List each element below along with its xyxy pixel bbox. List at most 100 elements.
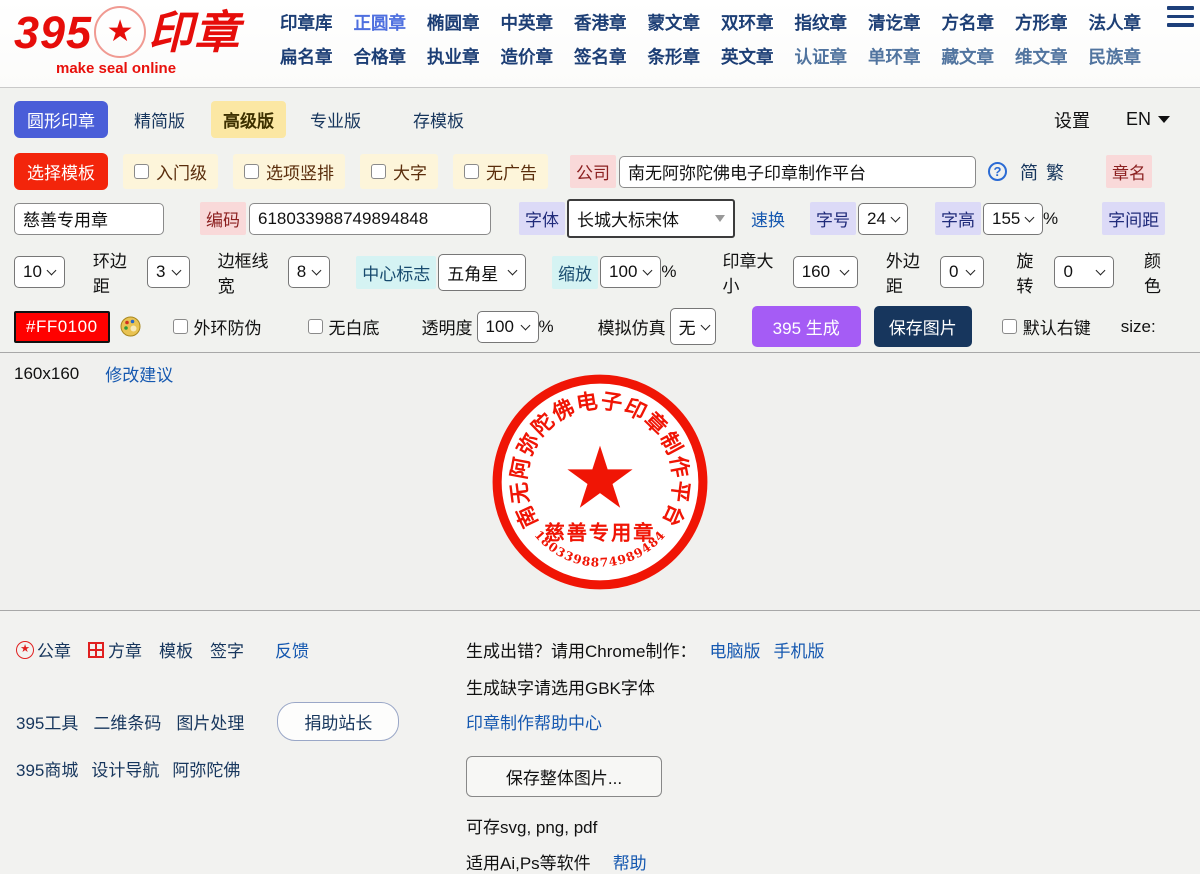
language-value: EN	[1126, 109, 1151, 130]
help-center-link[interactable]: 印章制作帮助中心	[466, 709, 602, 734]
hamburger-menu-icon[interactable]	[1167, 6, 1194, 32]
color-swatch-button[interactable]: #FF0100	[14, 311, 110, 343]
footer-link-tools[interactable]: 395工具	[16, 709, 78, 734]
vertical-checkbox[interactable]	[244, 164, 259, 179]
tab-advanced-version[interactable]: 高级版	[211, 101, 286, 138]
font-size-select[interactable]: 24	[858, 203, 908, 235]
footer-link-qrcode[interactable]: 二维条码	[93, 709, 161, 734]
nav-item[interactable]: 英文章	[721, 44, 774, 69]
logo[interactable]: 395 ★ 印章 make seal online	[14, 6, 256, 77]
chevron-down-icon	[312, 266, 322, 276]
pc-version-link[interactable]: 电脑版	[709, 637, 760, 662]
nav-item[interactable]: 指纹章	[795, 10, 848, 35]
settings-button[interactable]: 设置	[1054, 107, 1090, 133]
footer-link-square-seal[interactable]: 方章	[88, 637, 142, 662]
simulate-select[interactable]: 无	[670, 308, 716, 345]
nav-column: 方形章维文章	[1015, 10, 1068, 69]
nav-item[interactable]: 藏文章	[942, 44, 995, 69]
no-white-bg-checkbox[interactable]	[308, 319, 323, 334]
option-no-white-bg[interactable]: 无白底	[308, 314, 380, 339]
nav-item[interactable]: 椭圆章	[427, 10, 480, 35]
nav-item[interactable]: 签名章	[574, 44, 627, 69]
footer-link-image-processing[interactable]: 图片处理	[176, 709, 244, 734]
nav-item[interactable]: 扁名章	[280, 44, 333, 69]
tab-pro-version[interactable]: 专业版	[310, 107, 361, 132]
option-vertical[interactable]: 选项竖排	[233, 154, 345, 189]
border-width-select[interactable]: 8	[288, 256, 331, 288]
palette-icon[interactable]	[120, 316, 141, 337]
seal-name-label[interactable]: 章名	[1106, 155, 1152, 188]
char-spacing-label[interactable]: 字间距	[1102, 202, 1165, 235]
language-selector[interactable]: EN	[1126, 109, 1170, 130]
footer-link-design-nav[interactable]: 设计导航	[91, 756, 159, 781]
help-link[interactable]: 帮助	[613, 849, 647, 874]
choose-template-button[interactable]: 选择模板	[14, 153, 108, 190]
option-beginner[interactable]: 入门级	[123, 154, 218, 189]
option-anti-fake[interactable]: 外环防伪	[173, 314, 262, 339]
scale-label: 缩放	[552, 256, 598, 289]
default-right-click-checkbox[interactable]	[1002, 319, 1017, 334]
feedback-link[interactable]: 反馈	[275, 637, 309, 662]
seal-type-button[interactable]: 圆形印章	[14, 101, 108, 138]
suggest-link[interactable]: 修改建议	[105, 361, 173, 386]
nav-item[interactable]: 造价章	[501, 44, 554, 69]
footer-link-official-seal[interactable]: ★ 公章	[16, 637, 71, 662]
tab-simple-version[interactable]: 精简版	[134, 107, 185, 132]
noads-checkbox[interactable]	[464, 164, 479, 179]
save-template-link[interactable]: 存模板	[413, 107, 464, 132]
nav-item[interactable]: 清讫章	[868, 10, 921, 35]
nav-item[interactable]: 条形章	[648, 44, 701, 69]
nav-item[interactable]: 维文章	[1015, 44, 1068, 69]
footer-link-signature[interactable]: 签字	[210, 637, 244, 662]
nav-item[interactable]: 正圆章	[354, 10, 407, 35]
nav-item[interactable]: 香港章	[574, 10, 627, 35]
nav-item[interactable]: 双环章	[721, 10, 774, 35]
opacity-select[interactable]: 100	[477, 311, 539, 343]
center-logo-select[interactable]: 五角星	[438, 254, 526, 291]
char-height-select[interactable]: 155	[983, 203, 1043, 235]
char-spacing-select[interactable]: 10	[14, 256, 65, 288]
nav-item[interactable]: 合格章	[354, 44, 407, 69]
generate-button[interactable]: 395 生成	[752, 306, 861, 347]
char-height-label: 字高	[935, 202, 981, 235]
seal-size-select[interactable]: 160	[793, 256, 858, 288]
simplified-toggle[interactable]: 简	[1020, 159, 1038, 185]
scale-value: 100	[609, 262, 637, 282]
donate-button[interactable]: 捐助站长	[277, 702, 399, 741]
scale-select[interactable]: 100	[600, 256, 661, 288]
footer-link-amitabha[interactable]: 阿弥陀佛	[172, 756, 240, 781]
code-input[interactable]	[249, 203, 491, 235]
seal-image[interactable]: 南无阿弥陀佛电子印章制作平台 慈善专用章 618033988749894848	[484, 366, 716, 598]
bigfont-checkbox[interactable]	[371, 164, 386, 179]
font-select[interactable]: 长城大标宋体	[567, 199, 735, 238]
nav-item[interactable]: 方名章	[942, 10, 995, 35]
footer-link-mall[interactable]: 395商城	[16, 756, 78, 781]
nav-column: 印章库扁名章	[280, 10, 333, 69]
beginner-checkbox[interactable]	[134, 164, 149, 179]
nav-item[interactable]: 蒙文章	[648, 10, 701, 35]
rotate-select[interactable]: 0	[1054, 256, 1114, 288]
nav-item[interactable]: 法人章	[1089, 10, 1142, 35]
option-bigfont[interactable]: 大字	[360, 154, 438, 189]
option-noads[interactable]: 无广告	[453, 154, 548, 189]
company-input[interactable]	[619, 156, 976, 188]
nav-item[interactable]: 执业章	[427, 44, 480, 69]
nav-item[interactable]: 方形章	[1015, 10, 1068, 35]
outer-margin-select[interactable]: 0	[940, 256, 984, 288]
option-default-right-click[interactable]: 默认右键	[1002, 314, 1091, 339]
mobile-version-link[interactable]: 手机版	[773, 637, 824, 662]
nav-item[interactable]: 认证章	[795, 44, 848, 69]
nav-item[interactable]: 中英章	[501, 10, 554, 35]
traditional-toggle[interactable]: 繁	[1046, 159, 1064, 185]
nav-item[interactable]: 民族章	[1089, 44, 1142, 69]
quick-switch-link[interactable]: 速换	[751, 206, 785, 231]
save-image-button[interactable]: 保存图片	[874, 306, 972, 347]
nav-item[interactable]: 印章库	[280, 10, 333, 35]
footer-link-template[interactable]: 模板	[159, 637, 193, 662]
ring-margin-select[interactable]: 3	[147, 256, 190, 288]
nav-item[interactable]: 单环章	[868, 44, 921, 69]
help-icon[interactable]: ?	[988, 162, 1007, 181]
anti-fake-checkbox[interactable]	[173, 319, 188, 334]
seal-name-input[interactable]	[14, 203, 164, 235]
save-whole-image-button[interactable]: 保存整体图片...	[466, 756, 662, 797]
